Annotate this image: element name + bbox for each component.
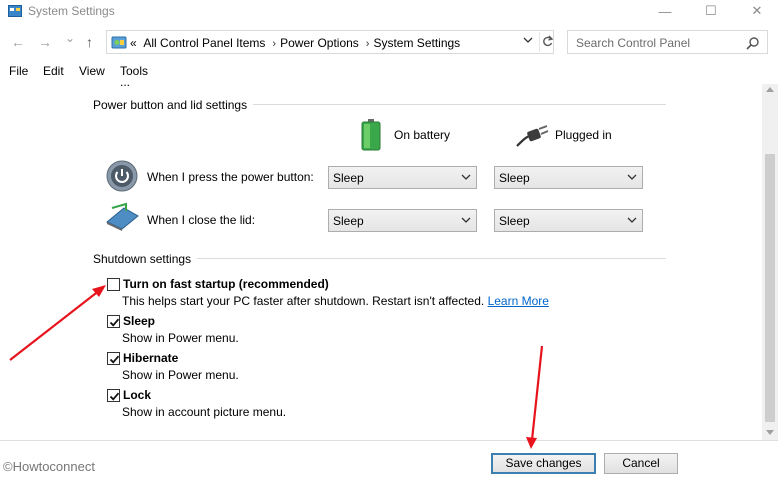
laptop-lid-icon <box>106 202 139 231</box>
recent-locations-button[interactable]: ⌄ <box>65 31 75 45</box>
hibernate-checkbox[interactable] <box>107 352 120 365</box>
chevron-right-icon[interactable]: › <box>272 38 276 50</box>
menu-edit[interactable]: Edit <box>43 64 64 78</box>
chevron-down-icon <box>461 174 471 180</box>
breadcrumb: « All Control Panel Items › Power Options ›… <box>130 36 464 50</box>
menu-file[interactable]: File <box>9 64 28 78</box>
lock-label[interactable]: Lock <box>123 388 151 402</box>
checkmark-icon <box>109 318 120 327</box>
save-changes-button[interactable]: Save changes <box>491 453 596 474</box>
plug-icon <box>516 125 549 147</box>
checkmark-icon <box>109 392 120 401</box>
minimize-button[interactable]: — <box>642 0 688 22</box>
window-title: System Settings <box>28 4 115 18</box>
close-lid-label: When I close the lid: <box>147 213 256 227</box>
fast-startup-checkbox[interactable] <box>107 278 120 291</box>
power-button-icon <box>106 160 138 192</box>
hibernate-label[interactable]: Hibernate <box>123 351 178 365</box>
scroll-up-icon[interactable] <box>766 86 774 92</box>
forward-button[interactable]: → <box>38 34 52 50</box>
lock-checkbox[interactable] <box>107 389 120 402</box>
chevron-down-icon <box>627 217 637 223</box>
watermark: ©Howtoconnect <box>3 459 95 474</box>
learn-more-link[interactable]: Learn More <box>488 294 549 308</box>
lock-description: Show in account picture menu. <box>122 405 287 419</box>
group-title-power: Power button and lid settings <box>93 98 254 112</box>
menu-view[interactable]: View <box>79 64 105 78</box>
close-lid-on-battery-select[interactable]: Sleep <box>328 209 477 232</box>
sleep-label[interactable]: Sleep <box>123 314 155 328</box>
power-button-on-battery-select[interactable]: Sleep <box>328 166 477 189</box>
dialog-footer: ©Howtoconnect Save changes Cancel <box>0 440 778 481</box>
vertical-scrollbar[interactable] <box>762 84 778 440</box>
chevron-down-icon <box>461 217 471 223</box>
control-panel-icon <box>111 36 127 49</box>
chevron-down-icon <box>627 174 637 180</box>
control-panel-icon <box>8 5 22 17</box>
search-input[interactable]: Search Control Panel <box>576 36 690 50</box>
back-button[interactable]: ← <box>11 34 25 50</box>
column-plugged-in: Plugged in <box>555 128 612 142</box>
battery-icon <box>361 119 381 151</box>
breadcrumb-power-options[interactable]: Power Options <box>280 36 359 50</box>
fast-startup-description: This helps start your PC faster after sh… <box>122 294 549 308</box>
close-button[interactable]: ✕ <box>734 0 778 22</box>
hibernate-description: Show in Power menu. <box>122 368 239 382</box>
column-on-battery: On battery <box>394 128 451 142</box>
search-box[interactable]: Search Control Panel <box>567 30 768 54</box>
menu-tools[interactable]: Tools <box>120 64 148 78</box>
group-title-shutdown: Shutdown settings <box>93 252 198 266</box>
description-text: This helps start your PC faster after sh… <box>122 294 485 308</box>
fast-startup-label[interactable]: Turn on fast startup (recommended) <box>123 277 329 291</box>
power-button-label: When I press the power button: <box>147 170 314 184</box>
power-button-plugged-in-select[interactable]: Sleep <box>494 166 643 189</box>
close-lid-plugged-in-select[interactable]: Sleep <box>494 209 643 232</box>
refresh-icon[interactable] <box>539 32 554 52</box>
cancel-button[interactable]: Cancel <box>604 453 678 474</box>
breadcrumb-overflow[interactable]: « <box>130 36 137 50</box>
checkmark-icon <box>109 355 120 364</box>
navigation-bar: ← → ⌄ ↑ « All Control Panel Items › Power … <box>0 28 778 58</box>
address-bar[interactable]: « All Control Panel Items › Power Options ›… <box>106 30 554 54</box>
maximize-button[interactable]: ☐ <box>688 0 734 22</box>
chevron-right-icon[interactable]: › <box>366 38 370 50</box>
settings-content: ... Power button and lid settings On bat… <box>0 84 762 440</box>
search-icon[interactable] <box>746 36 760 50</box>
menu-bar: File Edit View Tools <box>0 61 778 81</box>
select-value: Sleep <box>333 171 364 185</box>
up-button[interactable]: ↑ <box>86 34 93 50</box>
breadcrumb-system-settings[interactable]: System Settings <box>373 36 460 50</box>
sleep-checkbox[interactable] <box>107 315 120 328</box>
chevron-down-icon[interactable] <box>523 35 533 45</box>
clipped-description: ... <box>120 84 130 89</box>
select-value: Sleep <box>499 214 530 228</box>
select-value: Sleep <box>499 171 530 185</box>
scrollbar-thumb[interactable] <box>765 154 775 422</box>
select-value: Sleep <box>333 214 364 228</box>
sleep-description: Show in Power menu. <box>122 331 239 345</box>
breadcrumb-all-control-panel-items[interactable]: All Control Panel Items <box>143 36 265 50</box>
title-bar: System Settings — ☐ ✕ <box>0 0 778 24</box>
scroll-down-icon[interactable] <box>766 430 774 436</box>
